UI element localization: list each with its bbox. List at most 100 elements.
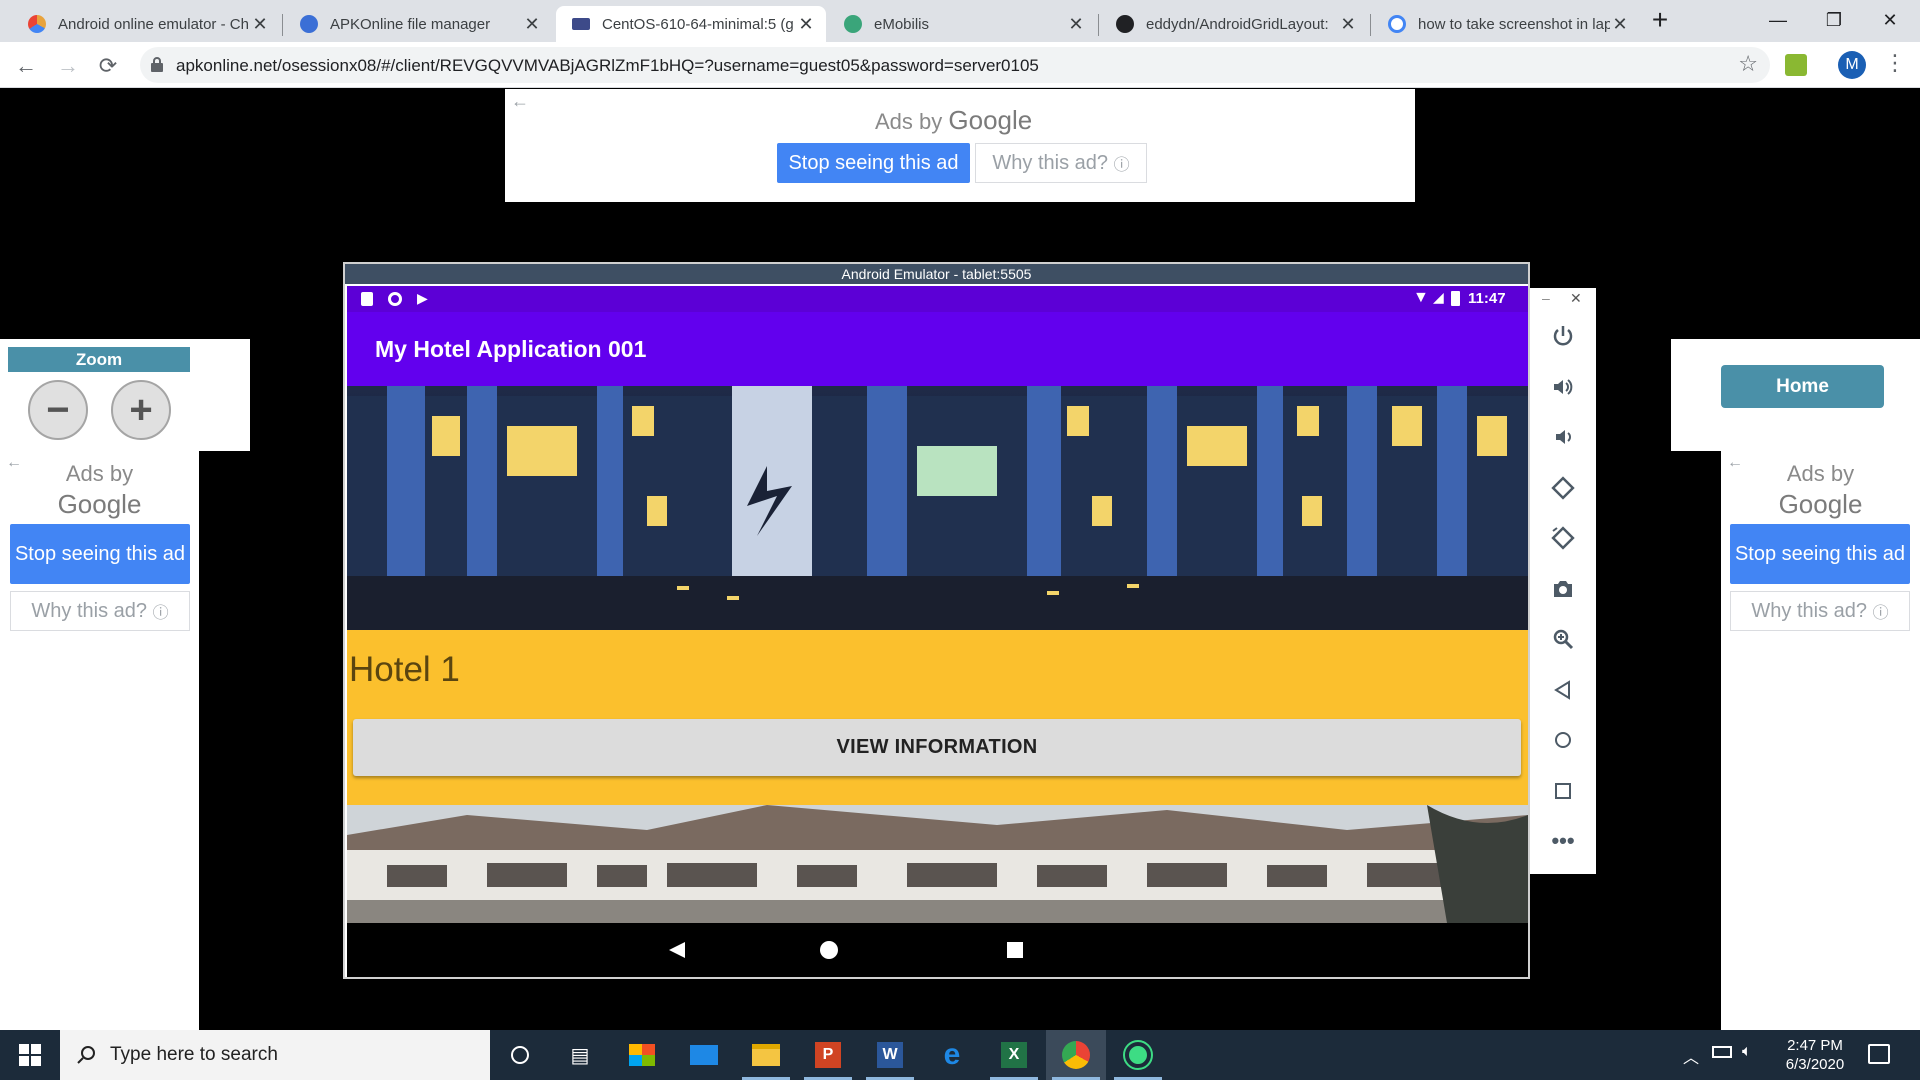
tab-title: Android online emulator - Ch [58,15,249,33]
hotel-card: Hotel 1 VIEW INFORMATION [347,630,1528,805]
tab-android-emulator[interactable]: Android online emulator - Ch ✕ [12,6,280,42]
tab-emobilis[interactable]: eMobilis ✕ [828,6,1096,42]
why-this-ad-button[interactable]: Why this ad? ⓘ [10,591,190,631]
info-icon: ⓘ [1872,605,1889,622]
top-ad-banner: ← Ads by Google Stop seeing this ad Why … [505,89,1415,202]
start-button[interactable] [0,1030,60,1080]
nav-overview-icon[interactable] [1007,942,1023,958]
nav-home-icon[interactable] [820,941,838,959]
close-icon[interactable]: ✕ [1066,14,1086,35]
home-button[interactable]: Home [1721,365,1884,408]
why-this-ad-button[interactable]: Why this ad? ⓘ [1730,591,1910,631]
nav-back-icon[interactable] [667,940,687,960]
volume-down-icon[interactable] [1549,423,1577,451]
info-icon: ⓘ [152,605,169,622]
store-icon[interactable] [612,1030,672,1080]
minimize-button[interactable]: — [1750,0,1806,40]
powerpoint-icon[interactable]: P [798,1030,858,1080]
close-icon[interactable]: ✕ [522,14,542,35]
tab-title: CentOS-610-64-minimal:5 (g [602,15,794,33]
new-tab-button[interactable]: + [1640,0,1680,40]
chrome-icon[interactable] [1046,1030,1106,1080]
battery-tray-icon[interactable] [1712,1046,1732,1058]
ads-by-google-label: Ads by Google [875,105,1033,135]
tab-google-search[interactable]: how to take screenshot in lap ✕ [1372,6,1640,42]
zoom-in-button[interactable]: + [111,380,171,440]
stop-seeing-ad-button[interactable]: Stop seeing this ad [10,524,190,584]
windows-taskbar: Type here to search ▤ P W e X ︿ 🔈︎ 2:47 … [0,1030,1920,1080]
search-placeholder: Type here to search [110,1044,278,1065]
zoom-panel: Zoom − + [0,339,250,451]
favicon-icon [28,15,46,33]
back-icon[interactable] [1549,676,1577,704]
volume-up-icon[interactable] [1549,373,1577,401]
left-side-ad: ← Ads by Google Stop seeing this ad Why t… [0,451,199,1030]
more-icon[interactable]: ••• [1549,827,1577,855]
maximize-button[interactable]: ❐ [1806,0,1862,40]
rotate-right-icon[interactable] [1549,524,1577,552]
tab-github[interactable]: eddydn/AndroidGridLayout: ✕ [1100,6,1368,42]
sd-card-icon [361,292,373,306]
tab-title: how to take screenshot in lap [1418,15,1610,33]
close-emulator-icon[interactable]: ✕ [1570,290,1582,307]
home-panel: Home [1671,339,1920,451]
why-this-ad-button[interactable]: Why this ad? ⓘ [975,143,1147,183]
home-icon[interactable] [1549,726,1577,754]
tab-centos[interactable]: CentOS-610-64-minimal:5 (g ✕ [556,6,826,42]
menu-kebab-icon[interactable]: ⋮ [1884,50,1906,76]
sync-icon [388,292,402,306]
cortana-icon[interactable] [490,1030,550,1080]
excel-icon[interactable]: X [984,1030,1044,1080]
profile-avatar[interactable]: M [1838,51,1866,79]
taskbar-search-box[interactable]: Type here to search [60,1030,490,1080]
minimize-emulator-icon[interactable]: – [1542,290,1550,306]
stop-seeing-ad-button[interactable]: Stop seeing this ad [1730,524,1910,584]
taskbar-clock[interactable]: 2:47 PM 6/3/2020 [1770,1036,1860,1074]
google-icon [1388,15,1406,33]
hotel-1-image [347,386,1528,630]
signal-icon: ◢ [1433,289,1444,305]
edge-icon[interactable]: e [922,1030,982,1080]
tab-title: eMobilis [874,15,930,33]
notifications-icon[interactable] [1868,1044,1890,1064]
ad-back-icon[interactable]: ← [511,91,529,112]
android-screen[interactable]: ▶ ▼ ◢ 11:47 My Hotel Application 001 Hot… [347,286,1528,977]
zoom-out-button[interactable]: − [28,380,88,440]
rotate-left-icon[interactable] [1549,474,1577,502]
camera-icon[interactable] [1549,575,1577,603]
favicon-icon [844,15,862,33]
overview-icon[interactable] [1549,777,1577,805]
close-icon[interactable]: ✕ [250,14,270,35]
android-studio-icon[interactable] [1108,1030,1168,1080]
close-icon[interactable]: ✕ [1610,14,1630,35]
browser-toolbar: ← → ⟳ apkonline.net/osessionx08/#/client… [0,42,1920,88]
view-information-button[interactable]: VIEW INFORMATION [353,719,1521,776]
zoom-icon[interactable] [1549,625,1577,653]
tab-apkonline-file-manager[interactable]: APKOnline file manager ✕ [284,6,552,42]
ads-by-google-label: Ads by Google [57,461,142,519]
emulator-side-toolbar: – ✕ ••• [1530,288,1596,874]
mail-icon[interactable] [674,1030,734,1080]
address-bar[interactable]: apkonline.net/osessionx08/#/client/REVGQ… [140,47,1770,83]
close-window-button[interactable]: ✕ [1862,0,1918,40]
close-icon[interactable]: ✕ [796,14,816,35]
reload-icon[interactable]: ⟳ [92,50,124,82]
word-icon[interactable]: W [860,1030,920,1080]
close-icon[interactable]: ✕ [1338,14,1358,35]
globe-icon [300,15,318,33]
stop-seeing-ad-button[interactable]: Stop seeing this ad [777,143,970,183]
bookmark-star-icon[interactable]: ☆ [1738,51,1758,77]
extension-icon[interactable] [1785,54,1807,76]
github-icon [1116,15,1134,33]
back-icon[interactable]: ← [10,50,42,82]
forward-icon[interactable]: → [52,50,84,82]
file-explorer-icon[interactable] [736,1030,796,1080]
emulator-title-bar[interactable]: Android Emulator - tablet:5505 [345,264,1528,284]
power-icon[interactable] [1549,322,1577,350]
show-hidden-icons-icon[interactable]: ︿ [1683,1044,1699,1068]
play-store-icon: ▶ [417,290,428,306]
task-view-icon[interactable]: ▤ [550,1030,610,1080]
browser-tab-strip: Android online emulator - Ch ✕ APKOnline… [0,0,1920,42]
volume-tray-icon[interactable]: 🔈︎ [1742,1043,1752,1061]
hotel-2-image [347,805,1528,923]
